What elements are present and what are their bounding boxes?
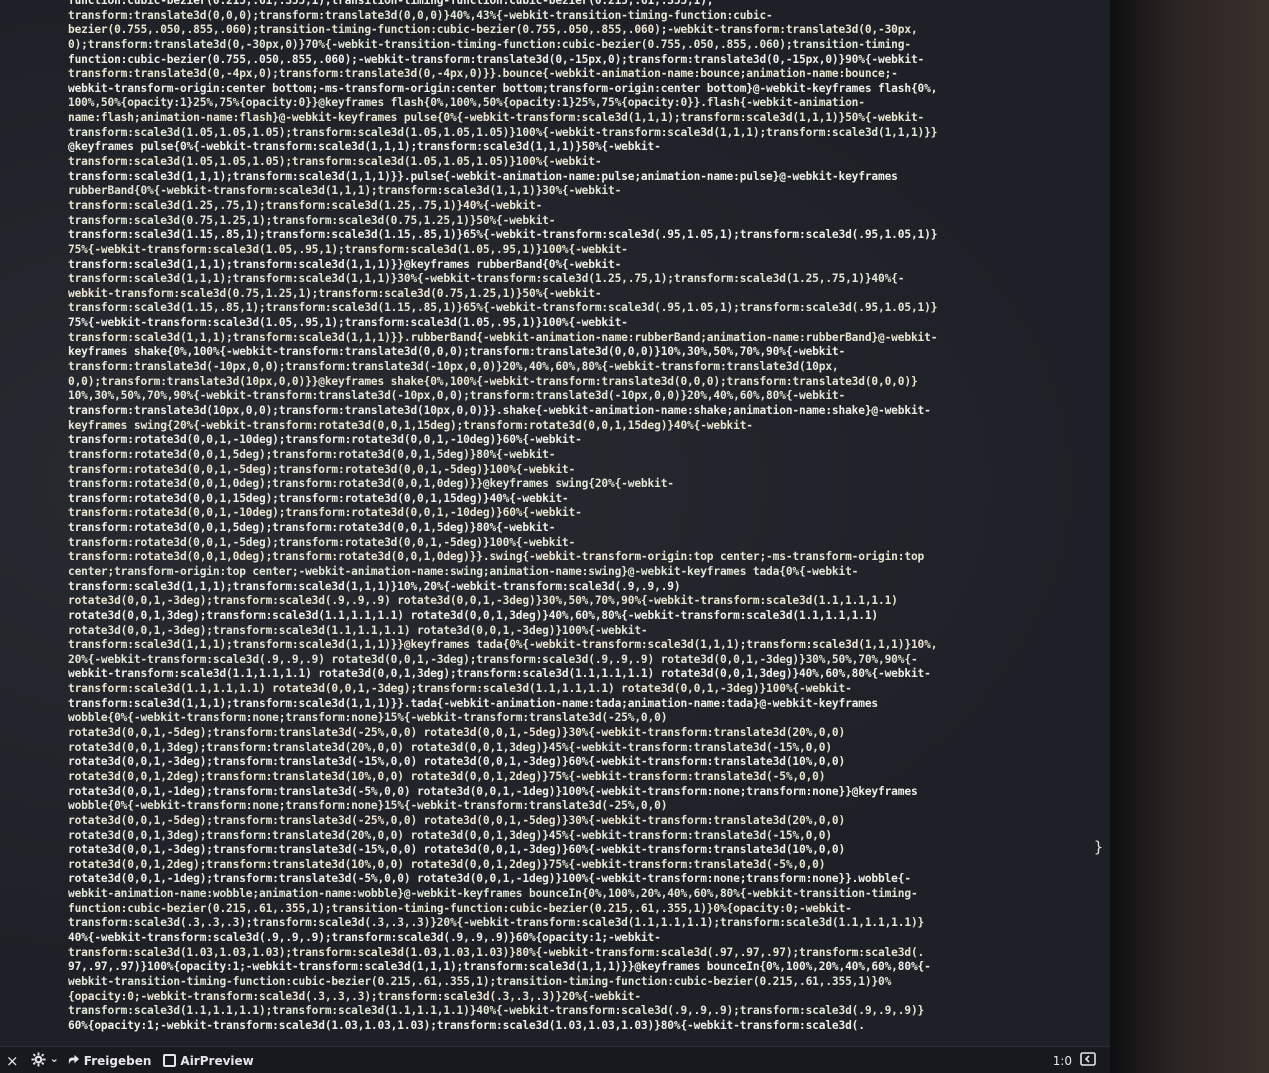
panel-toggle-icon[interactable] — [1080, 1052, 1096, 1069]
code-line[interactable]: rotate3d(0,0,1,2deg);transform:translate… — [68, 770, 1078, 785]
editor-window: function:cubic-bezier(0.215,.61,.355,1);… — [0, 0, 1269, 1073]
code-line[interactable]: transform:scale3d(1,1,1);transform:scale… — [68, 272, 1078, 287]
code-line[interactable]: bezier(0.755,.050,.855,.060);transition-… — [68, 23, 1078, 38]
close-icon: × — [6, 1051, 19, 1070]
code-line[interactable]: transform:scale3d(1,1,1);transform:scale… — [68, 697, 1078, 712]
code-line[interactable]: webkit-transform-origin:center bottom;-m… — [68, 82, 1078, 97]
code-line[interactable]: rotate3d(0,0,1,-5deg);transform:translat… — [68, 726, 1078, 741]
status-bar: × ⌄ Freigeben AirPreview 1:0 — [0, 1046, 1110, 1073]
device-icon — [163, 1054, 177, 1067]
code-line[interactable]: transform:scale3d(1.05,1.05,1.05);transf… — [68, 126, 1078, 141]
code-line[interactable]: rotate3d(0,0,1,3deg);transform:translate… — [68, 829, 1078, 844]
code-line[interactable]: transform:rotate3d(0,0,1,-10deg);transfo… — [68, 433, 1078, 448]
share-button[interactable]: Freigeben — [67, 1053, 152, 1069]
code-line[interactable]: function:cubic-bezier(0.755,.050,.855,.0… — [68, 53, 1078, 68]
code-line[interactable]: transform:scale3d(1,1,1);transform:scale… — [68, 638, 1078, 653]
code-editor[interactable]: function:cubic-bezier(0.215,.61,.355,1);… — [0, 0, 1110, 1046]
share-icon — [67, 1053, 80, 1069]
code-line[interactable]: center;transform-origin:top center;-webk… — [68, 565, 1078, 580]
code-line[interactable]: transform:scale3d(1,1,1);transform:scale… — [68, 580, 1078, 595]
code-line[interactable]: rotate3d(0,0,1,-3deg);transform:scale3d(… — [68, 624, 1078, 639]
settings-button[interactable]: ⌄ — [31, 1051, 59, 1070]
code-line[interactable]: rotate3d(0,0,1,-3deg);transform:scale3d(… — [68, 594, 1078, 609]
code-line[interactable]: rotate3d(0,0,1,2deg);transform:translate… — [68, 858, 1078, 873]
code-line[interactable]: transform:rotate3d(0,0,1,0deg);transform… — [68, 477, 1078, 492]
code-line[interactable]: rubberBand{0%{-webkit-transform:scale3d(… — [68, 184, 1078, 199]
code-line[interactable]: transform:scale3d(1,1,1);transform:scale… — [68, 258, 1078, 273]
code-line[interactable]: transform:scale3d(0.75,1.25,1);transform… — [68, 214, 1078, 229]
cursor-position: 1:0 — [1052, 1053, 1072, 1068]
code-line[interactable]: transform:rotate3d(0,0,1,-5deg);transfor… — [68, 463, 1078, 478]
code-line[interactable]: webkit-transform:scale3d(1.1,1.1,1.1) ro… — [68, 667, 1078, 682]
code-line[interactable]: rotate3d(0,0,1,-1deg);transform:translat… — [68, 785, 1078, 800]
code-line[interactable]: keyframes shake{0%,100%{-webkit-transfor… — [68, 345, 1078, 360]
code-line[interactable]: wobble{0%{-webkit-transform:none;transfo… — [68, 711, 1078, 726]
monitor-bezel — [1110, 0, 1269, 1073]
code-line[interactable]: transform:scale3d(1.25,.75,1);transform:… — [68, 199, 1078, 214]
code-line[interactable]: transform:scale3d(1,1,1);transform:scale… — [68, 331, 1078, 346]
code-line[interactable]: keyframes swing{20%{-webkit-transform:ro… — [68, 419, 1078, 434]
airpreview-button[interactable]: AirPreview — [163, 1053, 254, 1068]
code-line[interactable]: transform:scale3d(1.1,1.1,1.1);transform… — [68, 1004, 1078, 1019]
code-line[interactable]: transform:scale3d(1,1,1);transform:scale… — [68, 170, 1078, 185]
code-line[interactable]: @keyframes pulse{0%{-webkit-transform:sc… — [68, 140, 1078, 155]
code-line[interactable]: webkit-transform:scale3d(0.75,1.25,1);tr… — [68, 287, 1078, 302]
code-line[interactable]: transform:rotate3d(0,0,1,5deg);transform… — [68, 521, 1078, 536]
code-line[interactable]: 0);transform:translate3d(0,-30px,0)}70%{… — [68, 38, 1078, 53]
chevron-down-icon: ⌄ — [49, 1052, 59, 1065]
code-line[interactable]: transform:rotate3d(0,0,1,5deg);transform… — [68, 448, 1078, 463]
code-line[interactable]: transform:scale3d(1.03,1.03,1.03);transf… — [68, 946, 1078, 961]
code-line[interactable]: function:cubic-bezier(0.215,.61,.355,1);… — [68, 902, 1078, 917]
code-line[interactable]: transform:translate3d(0,0,0);transform:t… — [68, 9, 1078, 24]
close-button[interactable]: × — [6, 1052, 19, 1070]
code-line[interactable]: rotate3d(0,0,1,3deg);transform:scale3d(1… — [68, 609, 1078, 624]
code-line[interactable]: webkit-animation-name:wobble;animation-n… — [68, 887, 1078, 902]
code-line[interactable]: function:cubic-bezier(0.215,.61,.355,1);… — [68, 0, 1078, 9]
code-line[interactable]: transform:scale3d(1.1,1.1,1.1) rotate3d(… — [68, 682, 1078, 697]
code-line[interactable]: transform:rotate3d(0,0,1,0deg);transform… — [68, 550, 1078, 565]
share-label: Freigeben — [83, 1053, 152, 1068]
code-line[interactable]: 0,0);transform:translate3d(10px,0,0)}}@k… — [68, 375, 1078, 390]
code-line[interactable]: transform:translate3d(0,-4px,0);transfor… — [68, 67, 1078, 82]
code-line[interactable]: transform:rotate3d(0,0,1,-5deg);transfor… — [68, 536, 1078, 551]
gear-icon — [31, 1051, 46, 1070]
code-line[interactable]: 20%{-webkit-transform:scale3d(.9,.9,.9) … — [68, 653, 1078, 668]
code-line[interactable]: 60%{opacity:1;-webkit-transform:scale3d(… — [68, 1019, 1078, 1034]
code-text[interactable]: function:cubic-bezier(0.215,.61,.355,1);… — [68, 0, 1078, 1033]
code-line[interactable]: rotate3d(0,0,1,-3deg);transform:translat… — [68, 843, 1078, 858]
code-line[interactable]: transform:translate3d(10px,0,0);transfor… — [68, 404, 1078, 419]
code-line[interactable]: wobble{0%{-webkit-transform:none;transfo… — [68, 799, 1078, 814]
code-line[interactable]: 75%{-webkit-transform:scale3d(1.05,.95,1… — [68, 243, 1078, 258]
code-line[interactable]: {opacity:0;-webkit-transform:scale3d(.3,… — [68, 990, 1078, 1005]
airpreview-label: AirPreview — [180, 1053, 254, 1068]
code-line[interactable]: name:flash;animation-name:flash}@-webkit… — [68, 111, 1078, 126]
code-line[interactable]: 100%,50%{opacity:1}25%,75%{opacity:0}}@k… — [68, 96, 1078, 111]
code-line[interactable]: 75%{-webkit-transform:scale3d(1.05,.95,1… — [68, 316, 1078, 331]
code-line[interactable]: transform:scale3d(1.15,.85,1);transform:… — [68, 228, 1078, 243]
code-line[interactable]: 97,.97,.97)}100%{opacity:1;-webkit-trans… — [68, 960, 1078, 975]
code-line[interactable]: 40%{-webkit-transform:scale3d(.9,.9,.9);… — [68, 931, 1078, 946]
code-line[interactable]: rotate3d(0,0,1,-5deg);transform:translat… — [68, 814, 1078, 829]
code-line[interactable]: transform:scale3d(.3,.3,.3);transform:sc… — [68, 916, 1078, 931]
code-line[interactable]: rotate3d(0,0,1,3deg);transform:translate… — [68, 741, 1078, 756]
code-line[interactable]: transform:scale3d(1.15,.85,1);transform:… — [68, 301, 1078, 316]
code-line[interactable]: transform:translate3d(-10px,0,0);transfo… — [68, 360, 1078, 375]
code-line[interactable]: 10%,30%,50%,70%,90%{-webkit-transform:tr… — [68, 389, 1078, 404]
code-line[interactable]: transform:rotate3d(0,0,1,-10deg);transfo… — [68, 506, 1078, 521]
code-line[interactable]: rotate3d(0,0,1,-1deg);transform:translat… — [68, 872, 1078, 887]
code-line[interactable]: transform:scale3d(1.05,1.05,1.05);transf… — [68, 155, 1078, 170]
code-line[interactable]: transform:rotate3d(0,0,1,15deg);transfor… — [68, 492, 1078, 507]
code-line[interactable]: webkit-transition-timing-function:cubic-… — [68, 975, 1078, 990]
bracket-marker: } — [1094, 838, 1104, 856]
code-line[interactable]: rotate3d(0,0,1,-3deg);transform:translat… — [68, 755, 1078, 770]
